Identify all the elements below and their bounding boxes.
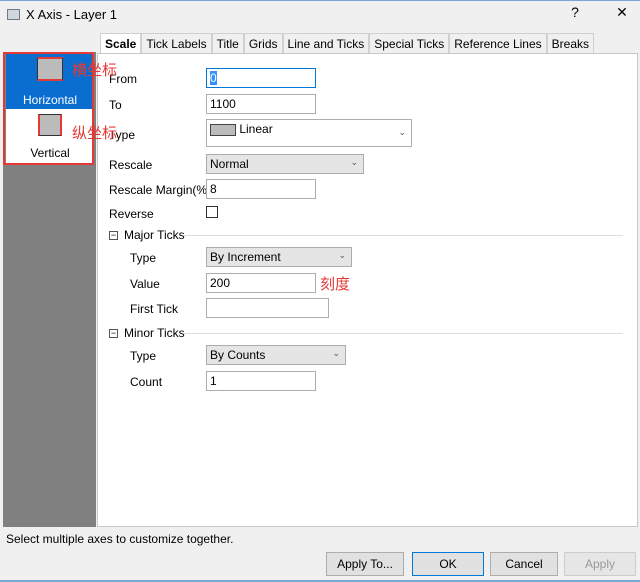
window-title: X Axis - Layer 1 [26,7,118,22]
from-value: 0 [210,71,217,85]
minor-type-select[interactable]: By Counts ⌄ [206,345,346,365]
tab-breaks[interactable]: Breaks [546,33,595,53]
scale-type-value: Linear [239,122,273,136]
annotation-value: 刻度 [320,276,351,293]
minor-ticks-group[interactable]: − Minor Ticks [109,326,185,340]
collapse-icon: − [109,327,118,338]
chevron-down-icon: ⌄ [338,250,346,260]
tab-title[interactable]: Title [211,33,244,53]
major-ticks-title: Major Ticks [124,228,185,242]
count-label: Count [130,375,163,389]
rescale-label: Rescale [109,158,153,172]
app-icon [7,9,20,20]
help-button[interactable]: ? [565,4,585,20]
tab-special-ticks[interactable]: Special Ticks [369,33,450,53]
major-type-value: By Increment [210,250,281,264]
scale-type-select[interactable]: Linear ⌄ [206,119,412,147]
first-tick-input[interactable] [206,298,329,318]
to-input[interactable]: 1100 [206,94,316,114]
count-input[interactable]: 1 [206,371,316,391]
tab-reference-lines[interactable]: Reference Lines [449,33,547,53]
cancel-button[interactable]: Cancel [490,552,558,576]
ok-button[interactable]: OK [412,552,484,576]
reverse-checkbox[interactable] [206,206,218,218]
close-button[interactable]: ✕ [612,4,632,21]
divider [183,333,623,334]
rescale-value: Normal [210,157,249,171]
chevron-down-icon: ⌄ [332,348,340,358]
minor-type-value: By Counts [210,348,266,362]
rescale-select[interactable]: Normal ⌄ [206,154,364,174]
tab-tick-labels[interactable]: Tick Labels [141,33,212,53]
rescale-margin-label: Rescale Margin(%) [109,183,212,197]
tab-scale[interactable]: Scale [100,33,142,54]
apply-to-button[interactable]: Apply To... [326,552,404,576]
tab-bar: Scale Tick Labels Title Grids Line and T… [100,33,595,54]
annotation-horizontal: 横坐标 [72,62,118,79]
from-input[interactable]: 0 [206,68,316,88]
minor-type-label: Type [130,349,157,363]
minor-ticks-title: Minor Ticks [124,326,185,340]
to-label: To [109,98,122,112]
annotation-vertical: 纵坐标 [72,125,118,142]
tab-grids[interactable]: Grids [243,33,283,53]
major-value-label: Value [130,277,160,291]
first-tick-label: First Tick [130,302,178,316]
divider [183,235,623,236]
reverse-label: Reverse [109,207,154,221]
chevron-down-icon: ⌄ [398,127,406,137]
major-type-select[interactable]: By Increment ⌄ [206,247,352,267]
chevron-down-icon: ⌄ [350,157,358,167]
status-text: Select multiple axes to customize togeth… [6,532,234,546]
major-ticks-group[interactable]: − Major Ticks [109,228,185,242]
rescale-margin-input[interactable]: 8 [206,179,316,199]
major-type-label: Type [130,251,157,265]
apply-button[interactable]: Apply [564,552,636,576]
collapse-icon: − [109,229,118,240]
linear-icon [210,123,236,136]
tab-line-and-ticks[interactable]: Line and Ticks [282,33,370,53]
major-value-input[interactable]: 200 [206,273,316,293]
